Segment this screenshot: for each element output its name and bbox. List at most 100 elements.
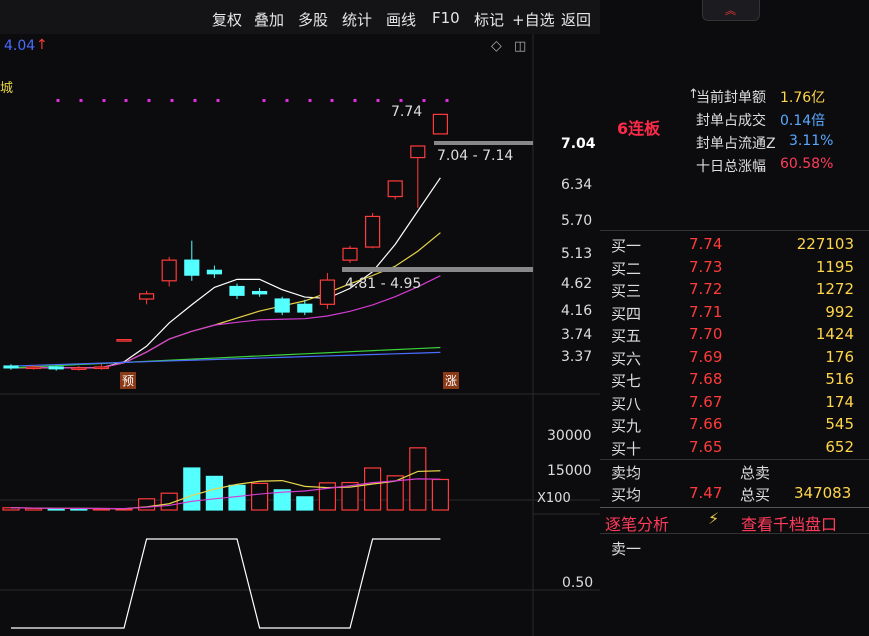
limit-up-dot [170, 99, 174, 102]
stat-label: 十日总涨幅 [696, 159, 766, 175]
toolbar-back-button[interactable]: 返回 [561, 9, 591, 30]
toolbar-statistics-button[interactable]: 统计 [342, 9, 372, 30]
limit-up-dot [445, 99, 449, 102]
candle-down [3, 365, 19, 369]
price-range-label-upper: 7.04 - 7.14 [437, 148, 514, 164]
total-buy-label: 总买 [740, 486, 771, 504]
price-range-label-lower: 4.81 - 4.95 [345, 276, 422, 292]
chart-grid [0, 34, 600, 636]
volume-bar [296, 496, 314, 511]
tab-tick-analysis[interactable]: 逐笔分析 [605, 511, 669, 535]
candle-up [26, 366, 42, 370]
order-book-row[interactable]: 买十 7.65 652 [600, 438, 860, 460]
order-level-label: 买二 [611, 259, 642, 278]
volume-bar [183, 467, 201, 511]
candle-down [206, 269, 222, 275]
price-tick: 3.74 [561, 327, 593, 343]
order-book-row[interactable]: 买四 7.71 992 [600, 303, 860, 325]
volume-bars-layer [2, 447, 449, 511]
order-volume: 174 [825, 392, 854, 411]
order-book-row[interactable]: 买一 7.74 227103 [600, 235, 860, 257]
order-level-label: 买五 [611, 327, 642, 345]
collapse-handle[interactable]: ︽ [702, 0, 760, 21]
toolbar-multi-stock-button[interactable]: 多股 [298, 9, 328, 30]
candle-up [432, 113, 448, 135]
order-book-row[interactable]: 买二 7.73 1195 [600, 258, 860, 280]
price-tick: 3.37 [561, 349, 593, 365]
order-volume: 652 [825, 437, 854, 456]
diamond-icon[interactable]: ◇ [491, 38, 502, 54]
stat-label: 当前封单额 [696, 90, 766, 106]
volume-unit-label: X100 [537, 491, 571, 506]
tab-view-depth[interactable]: 查看千档盘口 [741, 511, 837, 535]
chevron-up-icon: ︽ [725, 4, 736, 17]
order-price: 7.69 [689, 347, 723, 366]
order-volume: 545 [825, 415, 854, 433]
marker-zhang-badge[interactable]: 涨 [443, 372, 460, 389]
toolbar-overlay-button[interactable]: 叠加 [254, 9, 284, 30]
toolbar-f10-button[interactable]: F10 [432, 9, 460, 27]
up-arrow-icon: ↑ [36, 37, 48, 53]
lower-range-band [342, 267, 533, 272]
volume-tick: 30000 [547, 428, 592, 444]
limit-up-dot [376, 99, 380, 102]
order-level-label: 买十 [611, 439, 642, 458]
price-tick: 6.34 [561, 177, 593, 193]
volume-bar [431, 478, 449, 511]
limit-up-dots [56, 99, 449, 102]
limit-up-dot [262, 99, 266, 102]
order-volume: 992 [825, 302, 854, 321]
indicator-layer [11, 538, 441, 629]
order-book-row[interactable]: 买六 7.69 176 [600, 348, 860, 370]
buy-avg-label: 买均 [611, 486, 642, 504]
order-price: 7.73 [689, 257, 723, 276]
limit-up-dot [330, 99, 334, 102]
candle-up [71, 367, 87, 370]
candle-up [410, 145, 426, 159]
limit-up-dot [193, 99, 197, 102]
order-level-label: 买一 [611, 237, 642, 255]
order-book-row[interactable]: 买三 7.72 1272 [600, 280, 860, 302]
order-price: 7.74 [689, 235, 723, 253]
price-tick: 7.04 [561, 136, 596, 152]
total-buy-value: 347083 [794, 484, 852, 502]
candle-down [229, 285, 245, 296]
order-book-row[interactable]: 买五 7.70 1424 [600, 325, 860, 347]
candle-up [319, 279, 335, 305]
order-book-row[interactable]: 买九 7.66 545 [600, 415, 860, 437]
candle-up [139, 293, 155, 300]
kline-chart[interactable] [0, 34, 600, 636]
order-level-label: 买八 [611, 394, 642, 413]
candle-down [184, 259, 200, 276]
candle-up [161, 259, 177, 282]
order-price: 7.66 [689, 415, 723, 433]
marker-yu-badge[interactable]: 预 [120, 372, 137, 389]
candle-up [93, 366, 110, 370]
stat-value: 3.11% [789, 133, 834, 149]
window-toggle-icon[interactable]: ◫ [514, 39, 526, 54]
candle-up [365, 215, 381, 248]
limit-up-dot [353, 99, 357, 102]
stat-label: 封单占成交 [696, 113, 766, 129]
ma120-line [10, 351, 441, 367]
toolbar-draw-line-button[interactable]: 画线 [386, 9, 416, 30]
toolbar-restore-rights-button[interactable]: 复权 [212, 9, 242, 30]
order-book-row[interactable]: 买八 7.67 174 [600, 393, 860, 415]
order-book-row[interactable]: 买七 7.68 516 [600, 370, 860, 392]
total-sell-label: 总卖 [740, 464, 771, 482]
order-volume: 1195 [815, 257, 854, 276]
toolbar-add-watchlist-button[interactable]: +自选 [512, 9, 555, 30]
toolbar-mark-button[interactable]: 标记 [474, 9, 504, 30]
order-level-label: 买七 [611, 372, 642, 390]
price-tick: 5.13 [561, 246, 593, 262]
order-price: 7.67 [689, 392, 723, 411]
stock-name-fragment: 城 [0, 81, 14, 96]
limit-up-dot [308, 99, 312, 102]
candle-down [252, 291, 268, 295]
order-level-label: 买四 [611, 304, 642, 323]
sell-avg-label: 卖均 [611, 464, 642, 482]
stat-value: 0.14倍 [780, 113, 826, 129]
candle-up [116, 339, 132, 342]
price-tick: 4.62 [561, 276, 593, 292]
consecutive-limit-title: 6连板 [617, 119, 661, 138]
